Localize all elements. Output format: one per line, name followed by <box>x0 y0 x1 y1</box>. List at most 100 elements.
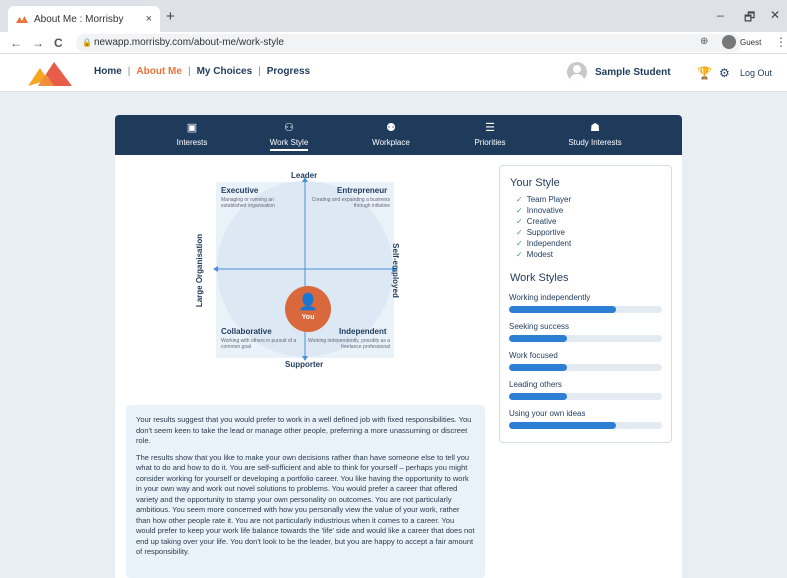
profile-avatar-icon <box>722 35 736 49</box>
trophy-icon[interactable]: 🏆 <box>697 66 712 80</box>
tab-study-interests[interactable]: ☗ Study Interests <box>555 121 635 147</box>
profile-button[interactable]: Guest <box>722 35 761 49</box>
trait-label: Creative <box>526 217 557 226</box>
trait-label: Innovative <box>526 206 564 215</box>
check-icon: ✓ <box>516 228 523 237</box>
back-button[interactable]: ← <box>10 36 22 50</box>
people-icon: ⚉ <box>386 122 396 134</box>
trait-item: ✓ Independent <box>516 239 571 248</box>
nav-separator: | <box>258 66 261 77</box>
address-bar: ← → C 🔒 newapp.morrisby.com/about-me/wor… <box>0 32 787 54</box>
work-style-bar <box>509 422 662 429</box>
browser-tab-bar: About Me : Morrisby × + – 🗗 ✕ <box>0 0 787 32</box>
trait-item: ✓ Creative <box>516 217 557 226</box>
axis-leader: Leader <box>291 171 318 180</box>
check-icon: ✓ <box>516 206 523 215</box>
nav-separator: | <box>127 66 131 77</box>
work-style-bar-fill <box>509 422 617 429</box>
browser-menu-icon[interactable]: ⋮ <box>775 35 787 49</box>
quadrant-independent-desc: Working independently, possibly as a fre… <box>307 338 390 350</box>
tab-work-style[interactable]: ⚇ Work Style <box>249 121 329 151</box>
work-style-bar <box>509 335 662 342</box>
work-style-bar-fill <box>509 393 568 400</box>
user-name: Sample Student <box>595 66 671 78</box>
tab-label: Work Style <box>269 138 309 151</box>
person-gear-icon: ⚇ <box>284 122 294 134</box>
new-tab-button[interactable]: + <box>166 8 175 25</box>
quadrant-collaborative-title: Collaborative <box>221 327 272 336</box>
work-style-bar-fill <box>509 335 568 342</box>
work-style-label: Seeking success <box>509 322 570 331</box>
work-style-label: Using your own ideas <box>509 409 586 418</box>
tab-label: Priorities <box>474 138 506 147</box>
url-text: newapp.morrisby.com/about-me/work-style <box>94 37 284 48</box>
axis-self-employed: Self-employed <box>390 243 400 298</box>
quadrant-executive-desc: Managing or running an established organ… <box>221 197 275 209</box>
tab-close-icon[interactable]: × <box>146 13 152 25</box>
nav-progress[interactable]: Progress <box>267 66 310 77</box>
morrisby-logo[interactable] <box>28 60 72 86</box>
tab-priorities[interactable]: ☰ Priorities <box>450 121 530 147</box>
main-nav: Home | About Me | My Choices | Progress <box>94 66 310 77</box>
quadrant-independent-title: Independent <box>339 327 387 336</box>
profile-label: Guest <box>740 37 762 47</box>
tab-interests[interactable]: ▣ Interests <box>152 121 232 147</box>
morrisby-favicon-icon <box>16 16 28 23</box>
summary-paragraph-2: The results show that you like to make y… <box>136 452 475 557</box>
trait-item: ✓ Innovative <box>516 206 563 215</box>
nav-my-choices[interactable]: My Choices <box>197 66 253 77</box>
quadrant-entrepreneur-title: Entrepreneur <box>337 186 388 195</box>
user-avatar <box>567 62 587 82</box>
maximize-button[interactable]: 🗗 <box>744 8 755 29</box>
nav-home[interactable]: Home <box>94 66 122 77</box>
tab-label: Workplace <box>372 138 410 147</box>
work-style-label: Leading others <box>509 380 562 389</box>
forward-button[interactable]: → <box>32 36 44 50</box>
student-icon: ☗ <box>590 122 600 134</box>
nav-separator: | <box>187 66 191 77</box>
quadrant-collaborative-desc: Working with others in pursuit of a comm… <box>221 338 297 350</box>
gear-icon[interactable]: ⚙ <box>719 66 730 80</box>
trait-item: ✓ Modest <box>516 250 553 259</box>
zoom-icon[interactable]: ⊕ <box>700 36 708 47</box>
style-card: Your Style ✓ Team Player ✓ Innovative ✓ Creat… <box>499 165 672 443</box>
trait-label: Supportive <box>526 228 565 237</box>
check-icon: ✓ <box>516 250 523 259</box>
tab-workplace[interactable]: ⚉ Workplace <box>351 121 431 147</box>
close-window-button[interactable]: ✕ <box>770 8 780 22</box>
browser-tab[interactable]: About Me : Morrisby × <box>8 6 160 32</box>
user-menu[interactable]: Sample Student <box>567 62 671 82</box>
summary-paragraph-1: Your results suggest that you would pref… <box>136 415 472 445</box>
tab-label: Study Interests <box>568 138 622 147</box>
you-label: You <box>301 314 315 321</box>
work-style-label: Working independently <box>509 293 591 302</box>
person-icon: 👤 <box>298 294 318 311</box>
axis-large-organisation: Large Organisation <box>195 233 205 308</box>
check-icon: ✓ <box>516 239 523 248</box>
work-style-bar <box>509 306 662 313</box>
list-icon: ☰ <box>485 122 495 134</box>
work-style-bar <box>509 393 662 400</box>
minimize-button[interactable]: – <box>717 8 724 22</box>
work-styles-title: Work Styles <box>510 272 569 284</box>
summary-text-box: Your results suggest that you would pref… <box>126 405 485 578</box>
check-icon: ✓ <box>516 195 523 204</box>
work-style-bar-fill <box>509 364 568 371</box>
url-input[interactable]: 🔒 newapp.morrisby.com/about-me/work-styl… <box>76 34 742 52</box>
trait-label: Modest <box>526 250 553 259</box>
trait-label: Team Player <box>526 195 572 204</box>
work-style-label: Work focused <box>509 351 558 360</box>
tab-label: Interests <box>176 138 208 147</box>
axis-supporter: Supporter <box>285 360 324 369</box>
nav-about-me[interactable]: About Me <box>136 66 182 77</box>
quadrant-executive-title: Executive <box>221 186 259 195</box>
id-card-icon: ▣ <box>186 122 198 134</box>
app-header: Home | About Me | My Choices | Progress … <box>0 54 787 92</box>
quadrant-entrepreneur-desc: Creating and expanding a business throug… <box>311 197 390 209</box>
reload-button[interactable]: C <box>54 36 63 50</box>
lock-icon: 🔒 <box>82 38 92 47</box>
trait-item: ✓ Team Player <box>516 195 571 204</box>
tab-title: About Me : Morrisby <box>34 13 124 25</box>
your-style-title: Your Style <box>510 177 560 189</box>
logout-link[interactable]: Log Out <box>740 68 772 78</box>
